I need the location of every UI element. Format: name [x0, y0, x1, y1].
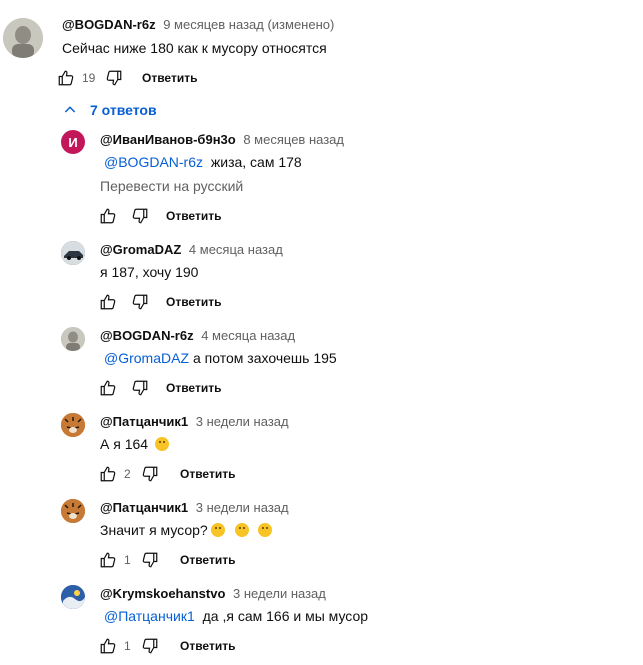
- replies-toggle[interactable]: 7 ответов: [62, 102, 157, 118]
- comment-header: @ИванИванов-б9н3о 8 месяцев назад: [100, 132, 344, 147]
- thumbs-up-icon[interactable]: [98, 550, 118, 570]
- comment-header: @Патцанчик1 3 недели назад: [100, 500, 289, 515]
- timestamp[interactable]: 3 недели назад: [233, 586, 326, 601]
- comment-body: Значит я мусор?: [100, 522, 208, 538]
- timestamp[interactable]: 4 месяца назад: [189, 242, 283, 257]
- thumbs-down-icon[interactable]: [140, 636, 160, 656]
- comment-actions: 2 Ответить: [98, 462, 235, 486]
- tiger-avatar-image: [61, 499, 85, 523]
- comment-text: Сейчас ниже 180 как к мусору относятся: [62, 40, 327, 56]
- avatar[interactable]: [61, 327, 85, 351]
- thumbs-down-icon[interactable]: [104, 68, 124, 88]
- comment-actions: 19 Ответить: [56, 66, 197, 90]
- tiger-avatar-image: [61, 413, 85, 437]
- thumbs-up-icon[interactable]: [98, 292, 118, 312]
- author-name[interactable]: @BOGDAN-r6z: [62, 17, 156, 32]
- comment-text: @BOGDAN-r6z жиза, сам 178: [100, 154, 302, 170]
- comment-text: @GromaDAZ а потом захочешь 195: [100, 350, 337, 366]
- thumbs-down-icon[interactable]: [130, 378, 150, 398]
- timestamp[interactable]: 8 месяцев назад: [243, 132, 344, 147]
- comment-body: а потом захочешь 195: [193, 350, 337, 366]
- thumbs-up-icon[interactable]: [98, 636, 118, 656]
- like-count: 19: [82, 71, 96, 85]
- like-count: 1: [124, 639, 131, 653]
- comment-actions: 1 Ответить: [98, 548, 235, 572]
- thumbs-down-icon[interactable]: [140, 550, 160, 570]
- reply-button[interactable]: Ответить: [142, 71, 197, 85]
- author-name[interactable]: @GromaDAZ: [100, 242, 181, 257]
- thumbs-up-icon[interactable]: [98, 378, 118, 398]
- reply-button[interactable]: Ответить: [180, 553, 235, 567]
- thumbs-down-icon[interactable]: [130, 206, 150, 226]
- author-name[interactable]: @Патцанчик1: [100, 414, 188, 429]
- replies-count-label: 7 ответов: [90, 102, 157, 118]
- translate-link[interactable]: Перевести на русский: [100, 178, 243, 194]
- timestamp[interactable]: 9 месяцев назад (изменено): [163, 17, 334, 32]
- comment-text: я 187, хочу 190: [100, 264, 199, 280]
- author-name[interactable]: @ИванИванов-б9н3о: [100, 132, 236, 147]
- sad-face-emoji-icon: [258, 523, 273, 537]
- avatar[interactable]: [61, 499, 85, 523]
- avatar[interactable]: [61, 585, 85, 609]
- comment-header: @Krymskoehanstvo 3 недели назад: [100, 586, 326, 601]
- timestamp[interactable]: 4 месяца назад: [201, 328, 295, 343]
- reply-button[interactable]: Ответить: [180, 467, 235, 481]
- avatar-image: [61, 327, 85, 351]
- comment-actions: Ответить: [98, 204, 221, 228]
- chevron-up-icon: [64, 106, 76, 113]
- thumbs-down-icon[interactable]: [140, 464, 160, 484]
- comment-text: А я 164: [100, 436, 169, 452]
- avatar[interactable]: [61, 413, 85, 437]
- avatar[interactable]: И: [61, 130, 85, 154]
- comment-text: @Патцанчик1 да ,я сам 166 и мы мусор: [100, 608, 368, 624]
- sad-face-emoji-icon: [210, 523, 225, 537]
- comment-header: @GromaDAZ 4 месяца назад: [100, 242, 283, 257]
- avatar-image: [61, 585, 85, 609]
- comment-body: А я 164: [100, 436, 149, 452]
- reply-button[interactable]: Ответить: [180, 639, 235, 653]
- reply-button[interactable]: Ответить: [166, 209, 221, 223]
- like-count: 1: [124, 553, 131, 567]
- timestamp[interactable]: 3 недели назад: [196, 500, 289, 515]
- like-count: 2: [124, 467, 131, 481]
- comment-actions: Ответить: [98, 290, 221, 314]
- comment-actions: Ответить: [98, 376, 221, 400]
- reply-button[interactable]: Ответить: [166, 381, 221, 395]
- mention-link[interactable]: @GromaDAZ: [104, 350, 189, 366]
- comment-header: @Патцанчик1 3 недели назад: [100, 414, 289, 429]
- author-name[interactable]: @Krymskoehanstvo: [100, 586, 225, 601]
- comment-header: @BOGDAN-r6z 4 месяца назад: [100, 328, 295, 343]
- timestamp[interactable]: 3 недели назад: [196, 414, 289, 429]
- thumbs-up-icon[interactable]: [98, 464, 118, 484]
- author-name[interactable]: @Патцанчик1: [100, 500, 188, 515]
- avatar[interactable]: [3, 18, 43, 58]
- comment-actions: 1 Ответить: [98, 634, 235, 658]
- avatar-image: [3, 18, 43, 58]
- comment-text: Значит я мусор?: [100, 522, 273, 538]
- comment-body: жиза, сам 178: [207, 154, 302, 170]
- mention-link[interactable]: @Патцанчик1: [104, 608, 195, 624]
- avatar-image: [61, 241, 85, 265]
- reply-button[interactable]: Ответить: [166, 295, 221, 309]
- thumbs-up-icon[interactable]: [56, 68, 76, 88]
- mention-link[interactable]: @BOGDAN-r6z: [104, 154, 203, 170]
- thumbs-up-icon[interactable]: [98, 206, 118, 226]
- author-name[interactable]: @BOGDAN-r6z: [100, 328, 194, 343]
- avatar[interactable]: [61, 241, 85, 265]
- comment-header: @BOGDAN-r6z 9 месяцев назад (изменено): [62, 17, 334, 32]
- sad-face-emoji-icon: [234, 523, 249, 537]
- comment-body: да ,я сам 166 и мы мусор: [198, 608, 369, 624]
- sad-face-emoji-icon: [154, 437, 169, 451]
- thumbs-down-icon[interactable]: [130, 292, 150, 312]
